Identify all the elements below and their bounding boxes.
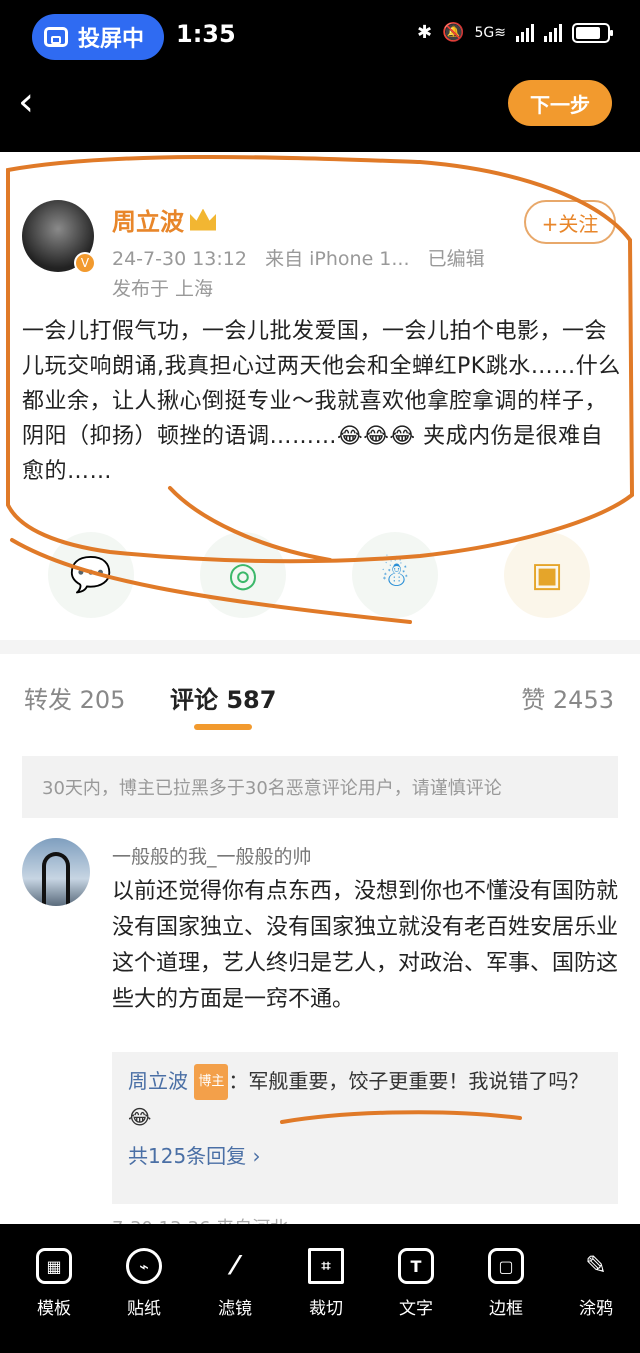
author-badge: 博主 xyxy=(194,1064,229,1100)
verified-badge-icon: V xyxy=(74,252,96,274)
text-icon: T xyxy=(398,1248,434,1284)
template-tool[interactable]: ▦ 模板 xyxy=(16,1248,92,1319)
tool-label: 涂鸦 xyxy=(579,1299,613,1319)
template-icon: ▦ xyxy=(36,1248,72,1284)
reply-author[interactable]: 周立波 xyxy=(128,1069,188,1093)
bluetooth-icon: ✱ xyxy=(416,22,433,43)
cast-icon xyxy=(44,27,68,47)
crown-icon xyxy=(190,208,216,231)
chevron-left-icon[interactable]: ‹ xyxy=(18,82,34,122)
tool-label: 文字 xyxy=(399,1299,433,1319)
editor-toolbar: ▦ 模板 ⌁ 贴纸 ⁄ 滤镜 ⌗ 裁切 T 文字 ▢ 边框 ✎ 涂鸦 xyxy=(0,1224,640,1353)
post-tabs: 转发 205 评论 587 赞 2453 xyxy=(0,654,640,738)
crop-icon: ⌗ xyxy=(308,1248,344,1284)
signal-2-icon xyxy=(544,23,562,42)
signal-icon xyxy=(516,23,534,42)
tab-repost[interactable]: 转发 205 xyxy=(24,680,125,715)
sticker-tool[interactable]: ⌁ 贴纸 xyxy=(106,1248,182,1319)
save-image-icon[interactable]: ▣ xyxy=(504,532,590,618)
tool-label: 边框 xyxy=(489,1299,523,1319)
tool-label: 裁切 xyxy=(309,1299,343,1319)
clock: 1:35 xyxy=(176,20,236,48)
editor-topbar: ‹ 下一步 xyxy=(0,76,640,152)
post-time: 24-7-30 13:12 xyxy=(112,248,247,270)
post-meta: 24-7-30 13:12 来自 iPhone 1... 已编辑 xyxy=(112,244,485,271)
comment-list: 30天内，博主已拉黑多于30名恶意评论用户，请谨慎评论 一般般的我_一般般的帅 … xyxy=(0,738,640,1224)
post-author[interactable]: 周立波 xyxy=(112,202,216,237)
reply-box: 周立波 博主 ：军舰重要，饺子更重要！我说错了吗？😂 共125条回复 › xyxy=(112,1052,618,1204)
reply-line: 周立波 博主 ：军舰重要，饺子更重要！我说错了吗？😂 xyxy=(128,1064,602,1134)
author-name: 周立波 xyxy=(112,208,184,236)
post-location: 发布于 上海 xyxy=(112,278,214,300)
screen-cast-indicator[interactable]: 投屏中 xyxy=(32,14,164,60)
comment-footer: 7-30 13:36 来自河北 xyxy=(112,1214,288,1224)
frame-icon: ▢ xyxy=(488,1248,524,1284)
qq-icon[interactable]: ☃ xyxy=(352,532,438,618)
next-step-button[interactable]: 下一步 xyxy=(508,80,612,126)
moments-icon[interactable]: ◎ xyxy=(200,532,286,618)
text-tool[interactable]: T 文字 xyxy=(378,1248,454,1319)
filter-wand-icon: ⁄ xyxy=(232,1251,238,1281)
crop-tool[interactable]: ⌗ 裁切 xyxy=(288,1248,364,1319)
tool-label: 贴纸 xyxy=(127,1299,161,1319)
tab-likes[interactable]: 赞 2453 xyxy=(521,680,614,715)
more-replies-link[interactable]: 共125条回复 › xyxy=(128,1140,602,1169)
mute-icon: 🔕 xyxy=(442,22,465,43)
filter-tool[interactable]: ⁄ 滤镜 xyxy=(197,1248,273,1319)
brush-icon: ✎ xyxy=(585,1251,607,1281)
share-row: 💬 ◎ ☃ ▣ xyxy=(0,532,640,622)
weibo-post: V 周立波 24-7-30 13:12 来自 iPhone 1... 已编辑 发… xyxy=(0,152,640,640)
wechat-icon[interactable]: 💬 xyxy=(48,532,134,618)
screenshot-canvas: V 周立波 24-7-30 13:12 来自 iPhone 1... 已编辑 发… xyxy=(0,152,640,1224)
avatar[interactable]: V xyxy=(22,200,96,274)
avatar[interactable] xyxy=(22,838,90,906)
cast-label: 投屏中 xyxy=(78,27,145,52)
tool-label: 模板 xyxy=(37,1299,71,1319)
system-icons: ✱ 🔕 5G≋ xyxy=(416,22,613,43)
comment-text: 以前还觉得你有点东西，没想到你也不懂没有国防就没有国家独立、没有国家独立就没有老… xyxy=(112,879,619,1012)
commenter-name[interactable]: 一般般的我_一般般的帅 xyxy=(112,842,312,869)
active-tab-indicator xyxy=(194,724,252,730)
status-bar: 投屏中 1:35 ✱ 🔕 5G≋ xyxy=(0,0,640,76)
border-tool[interactable]: ▢ 边框 xyxy=(468,1248,544,1319)
sticker-icon: ⌁ xyxy=(126,1248,162,1284)
tool-label: 滤镜 xyxy=(218,1299,252,1319)
post-text: 一会儿打假气功，一会儿批发爱国，一会儿拍个电影，一会儿玩交响朗诵,我真担心过两天… xyxy=(22,319,621,484)
comment-notice: 30天内，博主已拉黑多于30名恶意评论用户，请谨慎评论 xyxy=(22,756,618,818)
follow-button[interactable]: +关注 xyxy=(524,200,616,244)
wifi-icon: 5G≋ xyxy=(474,24,507,41)
post-edited: 已编辑 xyxy=(427,248,485,270)
doodle-tool[interactable]: ✎ 涂鸦 xyxy=(558,1248,634,1319)
tab-comments[interactable]: 评论 587 xyxy=(170,680,276,715)
post-source: 来自 iPhone 1... xyxy=(265,248,410,270)
battery-icon xyxy=(572,22,613,43)
